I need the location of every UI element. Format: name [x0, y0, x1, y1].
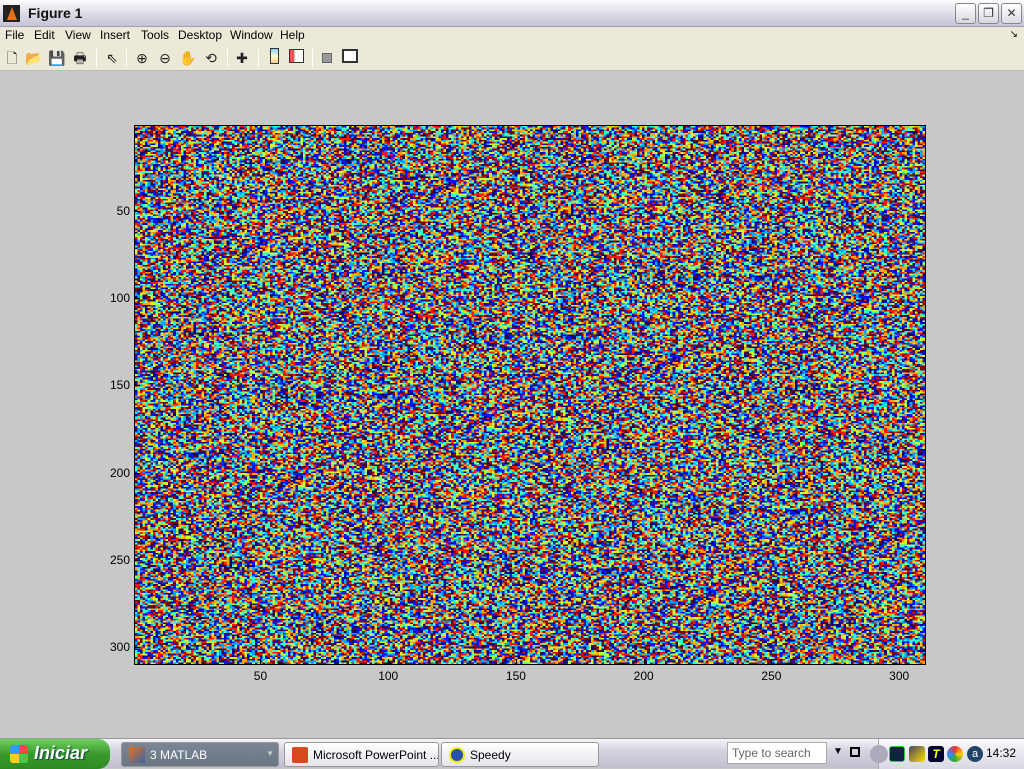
- search-dropdown-icon[interactable]: ▼: [833, 746, 843, 757]
- system-tray: T a 14:32: [870, 739, 1024, 769]
- hide-plot-tools-icon[interactable]: [317, 48, 337, 68]
- x-tick-label: 150: [505, 669, 526, 683]
- search-input[interactable]: Type to search: [727, 742, 827, 764]
- heatmap-image[interactable]: [134, 125, 926, 665]
- minimize-button[interactable]: _: [955, 3, 976, 24]
- windows-logo-icon: [10, 745, 28, 763]
- y-tick-label: 200: [109, 465, 130, 480]
- show-hidden-icons-button[interactable]: [870, 745, 888, 763]
- taskbar: Iniciar 3 MATLAB ▼ Microsoft PowerPoint …: [0, 738, 1024, 769]
- x-tick-mark: [899, 659, 901, 665]
- restore-button[interactable]: ❐: [978, 3, 999, 24]
- x-tick-mark: [388, 659, 390, 665]
- y-tick-label: 100: [109, 291, 130, 306]
- matlab-icon: [3, 5, 20, 22]
- x-tick-label: 250: [761, 669, 782, 683]
- restore-icon[interactable]: [850, 747, 860, 757]
- menu-bar: File Edit View Insert Tools Desktop Wind…: [0, 27, 1024, 45]
- new-file-icon[interactable]: 🗋: [2, 48, 22, 68]
- toolbar-separator: [96, 49, 97, 67]
- toolbar-separator: [227, 49, 228, 67]
- menu-file[interactable]: File: [5, 28, 24, 42]
- task-label: 3 MATLAB: [150, 748, 208, 762]
- pointer-icon[interactable]: ⇖: [102, 48, 122, 68]
- task-label: Microsoft PowerPoint ...: [313, 748, 439, 762]
- data-cursor-icon[interactable]: ✚: [232, 48, 252, 68]
- x-tick-mark: [771, 659, 773, 665]
- x-tick-label: 200: [633, 669, 654, 683]
- network-icon[interactable]: [889, 746, 905, 762]
- x-tick-label: 300: [889, 669, 910, 683]
- y-tick-mark: [134, 298, 140, 300]
- font-tool-icon[interactable]: T: [928, 746, 944, 762]
- start-label: Iniciar: [34, 743, 88, 763]
- task-powerpoint[interactable]: Microsoft PowerPoint ...: [284, 742, 439, 767]
- speedy-icon: [449, 747, 465, 763]
- show-plot-tools-icon[interactable]: [340, 48, 360, 68]
- toolbar-separator: [312, 49, 313, 67]
- x-tick-mark: [515, 659, 517, 665]
- powerpoint-icon: [292, 747, 308, 763]
- security-alert-icon[interactable]: [909, 746, 925, 762]
- y-tick-label: 250: [109, 552, 130, 567]
- task-label: Speedy: [470, 748, 511, 762]
- y-tick-label: 300: [109, 639, 130, 654]
- toolbar-separator: [126, 49, 127, 67]
- start-button[interactable]: Iniciar: [0, 739, 110, 769]
- x-tick-label: 100: [378, 669, 399, 683]
- chevron-down-icon: ▼: [266, 749, 274, 758]
- x-tick-mark: [260, 659, 262, 665]
- print-icon[interactable]: 🖶: [70, 48, 90, 68]
- save-icon[interactable]: 💾: [47, 48, 67, 68]
- menu-window[interactable]: Window: [230, 28, 273, 42]
- x-tick-mark: [643, 659, 645, 665]
- app-tray-icon[interactable]: [947, 746, 963, 762]
- window-title: Figure 1: [28, 5, 83, 21]
- task-speedy[interactable]: Speedy: [441, 742, 599, 767]
- title-bar: Figure 1 _ ❐ ✕: [0, 0, 1024, 27]
- y-tick-mark: [134, 646, 140, 648]
- pan-hand-icon[interactable]: ✋: [178, 48, 198, 68]
- zoom-in-icon[interactable]: ⊕: [132, 48, 152, 68]
- messenger-icon[interactable]: a: [967, 746, 983, 762]
- menu-insert[interactable]: Insert: [100, 28, 130, 42]
- y-tick-mark: [134, 559, 140, 561]
- y-tick-mark: [134, 211, 140, 213]
- clock: 14:32: [985, 746, 1016, 760]
- menu-tools[interactable]: Tools: [141, 28, 169, 42]
- legend-icon[interactable]: [286, 48, 306, 68]
- toolbar: 🗋 📂 💾 🖶 ⇖ ⊕ ⊖ ✋ ⟲ ✚: [0, 45, 1024, 71]
- rotate-3d-icon[interactable]: ⟲: [201, 48, 221, 68]
- colorbar-icon[interactable]: [264, 48, 284, 68]
- x-tick-label: 50: [253, 669, 268, 683]
- task-matlab[interactable]: 3 MATLAB ▼: [121, 742, 279, 767]
- menu-edit[interactable]: Edit: [34, 28, 55, 42]
- matlab-icon: [129, 747, 145, 763]
- close-button[interactable]: ✕: [1001, 3, 1022, 24]
- y-tick-label: 150: [109, 378, 130, 393]
- toolbar-separator: [258, 49, 259, 67]
- y-tick-label: 50: [116, 204, 130, 219]
- y-tick-mark: [134, 472, 140, 474]
- zoom-out-icon[interactable]: ⊖: [155, 48, 175, 68]
- menu-view[interactable]: View: [65, 28, 91, 42]
- menu-desktop[interactable]: Desktop: [178, 28, 222, 42]
- dock-arrow-icon[interactable]: ↘: [1010, 29, 1018, 40]
- y-tick-mark: [134, 385, 140, 387]
- open-folder-icon[interactable]: 📂: [24, 48, 44, 68]
- menu-help[interactable]: Help: [280, 28, 305, 42]
